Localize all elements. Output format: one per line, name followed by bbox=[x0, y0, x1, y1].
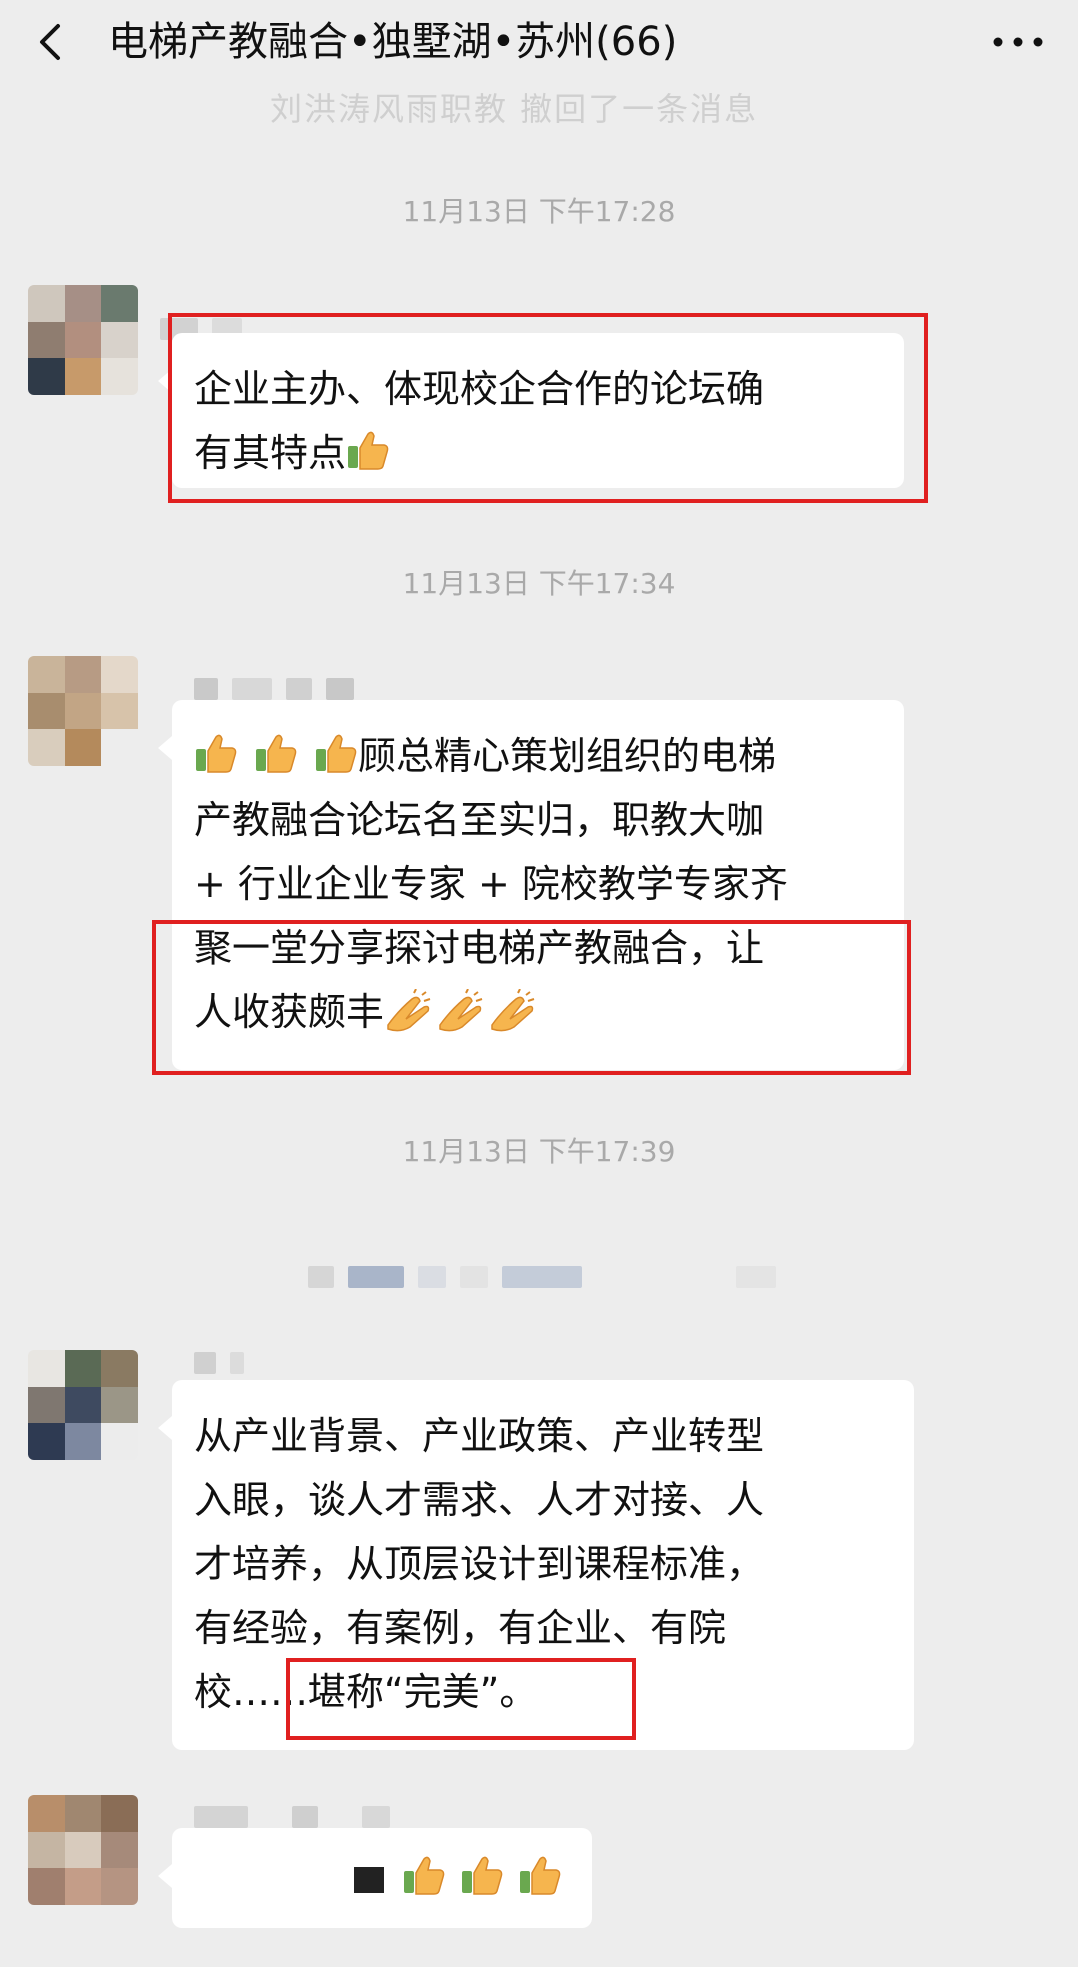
thumbs-up-emoji-icon bbox=[520, 1856, 561, 1895]
clap-emoji-icon bbox=[387, 989, 431, 1032]
recalled-message-redacted bbox=[308, 1266, 790, 1290]
message-text: 产教融合论坛名至实归，职教大咖 bbox=[194, 798, 765, 842]
chat-title: 电梯产教融合•独墅湖•苏州(66) bbox=[108, 19, 678, 65]
avatar[interactable] bbox=[28, 285, 138, 395]
message-text: 有经验，有案例，有企业、有院 bbox=[194, 1606, 727, 1650]
message-text: 顾总精心策划组织的电梯 bbox=[358, 734, 777, 778]
emoji-group bbox=[194, 734, 358, 778]
message-text: 聚一堂分享探讨电梯产教融合，让 bbox=[194, 926, 765, 970]
message-timestamp: 11月13日 下午17:34 bbox=[402, 567, 676, 600]
message-timestamp: 11月13日 下午17:28 bbox=[402, 195, 676, 228]
thumbs-up-emoji-icon bbox=[462, 1856, 503, 1895]
avatar[interactable] bbox=[28, 1350, 138, 1460]
thumbs-up-emoji-icon bbox=[256, 734, 297, 773]
message-text: 人收获颇丰 bbox=[194, 990, 385, 1034]
message-text: 校……堪称“完美”。 bbox=[194, 1670, 538, 1714]
message-timestamp: 11月13日 下午17:39 bbox=[402, 1135, 676, 1168]
sender-name-redacted bbox=[194, 678, 368, 702]
recalled-message-notice: 刘洪涛风雨职教 撤回了一条消息 bbox=[270, 90, 759, 128]
emoji-group bbox=[402, 1856, 562, 1900]
message-text: 入眼，谈人才需求、人才对接、人 bbox=[194, 1478, 765, 1522]
clap-emoji-icon bbox=[491, 989, 535, 1032]
chat-header: 电梯产教融合•独墅湖•苏州(66) bbox=[0, 0, 1078, 86]
message-text: 企业主办、体现校企合作的论坛确 bbox=[194, 367, 765, 411]
message-text: + 行业企业专家 + 院校教学专家齐 bbox=[194, 862, 788, 906]
sender-name-redacted bbox=[194, 1352, 258, 1376]
thumbs-up-emoji-icon bbox=[348, 431, 389, 470]
message-text: 从产业背景、产业政策、产业转型 bbox=[194, 1414, 765, 1458]
emoji-group bbox=[384, 989, 536, 1034]
message-bubble[interactable]: 从产业背景、产业政策、产业转型 入眼，谈人才需求、人才对接、人 才培养，从顶层设… bbox=[158, 1380, 914, 1750]
message-bubble[interactable]: 顾总精心策划组织的电梯 产教融合论坛名至实归，职教大咖 + 行业企业专家 + 院… bbox=[158, 700, 904, 1070]
avatar[interactable] bbox=[28, 656, 138, 766]
message-text: 才培养，从顶层设计到课程标准， bbox=[194, 1542, 765, 1586]
avatar[interactable] bbox=[28, 1795, 138, 1905]
message-text: 有其特点 bbox=[194, 431, 347, 475]
thumbs-up-emoji-icon bbox=[196, 734, 237, 773]
message-bubble[interactable] bbox=[158, 1828, 592, 1928]
message-bubble[interactable]: 企业主办、体现校企合作的论坛确 有其特点 bbox=[158, 333, 904, 488]
thumbs-up-emoji-icon bbox=[404, 1856, 445, 1895]
sender-name-redacted bbox=[194, 1806, 404, 1830]
thumbs-up-emoji-icon bbox=[316, 734, 357, 773]
chevron-left-icon[interactable] bbox=[30, 20, 70, 64]
clap-emoji-icon bbox=[439, 989, 483, 1032]
ellipsis-icon[interactable] bbox=[988, 20, 1048, 64]
redacted-content bbox=[354, 1867, 384, 1893]
